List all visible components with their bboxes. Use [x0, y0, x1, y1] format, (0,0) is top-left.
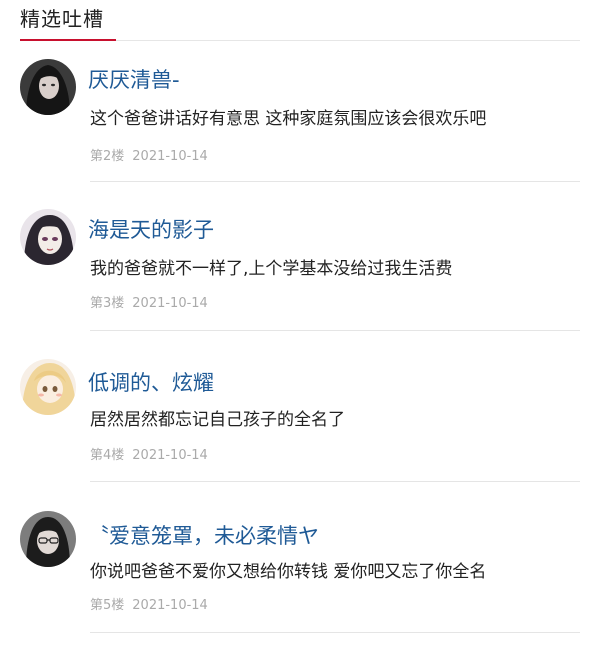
comment-item: 厌厌清兽- 这个爸爸讲话好有意思 这种家庭氛围应该会很欢乐吧 第2楼 2021-1… [0, 55, 600, 205]
floor-number: 第2楼 [90, 149, 125, 164]
comment-item: 〝爱意笼罩，未必柔情ヤ 你说吧爸爸不爱你又想给你转钱 爱你吧又忘了你全名 第5楼… [0, 505, 600, 655]
comment-meta: 第2楼 2021-10-14 [90, 148, 208, 166]
comment-text: 居然居然都忘记自己孩子的全名了 [90, 410, 345, 430]
comment-date: 2021-10-14 [132, 296, 208, 311]
section-header: 精选吐槽 [20, 0, 580, 41]
comment-text: 这个爸爸讲话好有意思 这种家庭氛围应该会很欢乐吧 [90, 109, 487, 129]
floor-number: 第4楼 [90, 448, 125, 463]
section-title: 精选吐槽 [20, 7, 104, 31]
comment-meta: 第3楼 2021-10-14 [90, 295, 208, 313]
comment-date: 2021-10-14 [132, 149, 208, 164]
avatar-anime-illustration [20, 209, 76, 265]
floor-number: 第5楼 [90, 598, 125, 613]
comment-item: 海是天的影子 我的爸爸就不一样了,上个学基本没给过我生活费 第3楼 2021-10… [0, 205, 600, 355]
floor-number: 第3楼 [90, 296, 125, 311]
avatar-user-photo [20, 59, 76, 115]
comment-item: 低调的、炫耀 居然居然都忘记自己孩子的全名了 第4楼 2021-10-14 [0, 355, 600, 505]
comment-username[interactable]: 低调的、炫耀 [88, 369, 214, 397]
avatar-user-photo [20, 511, 76, 567]
avatar[interactable] [20, 209, 76, 265]
comment-divider [90, 632, 580, 633]
comment-divider [90, 181, 580, 182]
comment-meta: 第5楼 2021-10-14 [90, 597, 208, 615]
comment-divider [90, 481, 580, 482]
comment-text: 你说吧爸爸不爱你又想给你转钱 爱你吧又忘了你全名 [90, 562, 487, 582]
comment-username[interactable]: 厌厌清兽- [88, 66, 180, 94]
comment-username[interactable]: 海是天的影子 [88, 216, 214, 244]
avatar[interactable] [20, 59, 76, 115]
comment-text: 我的爸爸就不一样了,上个学基本没给过我生活费 [90, 259, 453, 279]
avatar[interactable] [20, 511, 76, 567]
avatar-cartoon-girl [20, 359, 76, 415]
comment-date: 2021-10-14 [132, 598, 208, 613]
avatar[interactable] [20, 359, 76, 415]
comment-meta: 第4楼 2021-10-14 [90, 447, 208, 465]
comment-divider [90, 330, 580, 331]
comment-date: 2021-10-14 [132, 448, 208, 463]
section-title-underline [20, 39, 116, 41]
comment-username[interactable]: 〝爱意笼罩，未必柔情ヤ [88, 522, 319, 550]
